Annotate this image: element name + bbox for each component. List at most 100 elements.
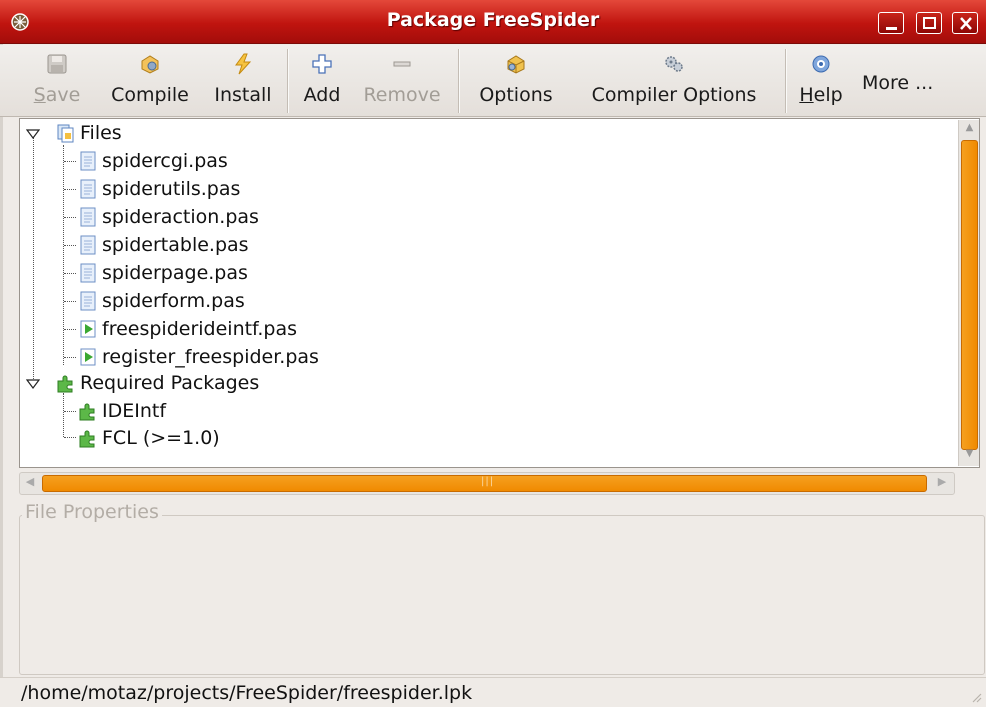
toolbar-separator xyxy=(785,49,786,113)
save-accelerator: S xyxy=(33,84,46,106)
compile-button[interactable]: Compile xyxy=(95,45,205,113)
save-label: ave xyxy=(45,84,81,106)
scroll-down-arrow-icon[interactable]: ▼ xyxy=(962,448,977,464)
collapse-arrow-icon[interactable] xyxy=(26,377,40,391)
file-properties-legend: File Properties xyxy=(22,501,162,523)
package-path: /home/motaz/projects/FreeSpider/freespid… xyxy=(21,682,473,704)
compile-icon xyxy=(141,55,159,74)
vertical-scrollbar[interactable]: ▲ ▼ xyxy=(958,120,979,466)
scroll-left-arrow-icon[interactable]: ◀ xyxy=(22,475,38,492)
pascal-unit-icon xyxy=(80,235,96,255)
gears-icon xyxy=(665,56,683,72)
toolbar: Save Compile Install Add Remove Options … xyxy=(0,45,986,117)
compile-label: Compile xyxy=(111,84,189,106)
add-button[interactable]: Add xyxy=(293,45,351,113)
file-name: freespiderideintf.pas xyxy=(102,318,298,340)
options-button[interactable]: Options xyxy=(466,45,566,113)
tree-branch xyxy=(64,301,76,302)
pascal-unit-icon xyxy=(80,179,96,199)
remove-button[interactable]: Remove xyxy=(353,45,451,113)
tree-item-file[interactable]: spideraction.pas xyxy=(78,203,259,231)
title-bar[interactable]: Package FreeSpider xyxy=(0,0,986,44)
help-label: elp xyxy=(813,84,843,106)
more-button[interactable]: More ... xyxy=(862,72,933,94)
minimize-button[interactable] xyxy=(878,12,904,34)
toolbar-separator xyxy=(458,49,459,113)
scroll-grip-icon: ||| xyxy=(481,476,495,487)
file-name: spiderform.pas xyxy=(102,290,245,312)
vertical-scroll-thumb[interactable] xyxy=(961,140,978,450)
floppy-disk-icon xyxy=(47,54,67,74)
tree-item-file[interactable]: spiderform.pas xyxy=(78,287,245,315)
help-accelerator: H xyxy=(799,84,814,106)
tree-guide xyxy=(33,137,34,383)
tree-node-files[interactable]: Files xyxy=(56,119,122,147)
maximize-icon xyxy=(923,17,936,29)
file-properties-panel xyxy=(19,515,985,675)
compiler-options-label: Compiler Options xyxy=(591,84,757,106)
lightning-bolt-icon xyxy=(235,53,252,75)
close-button[interactable] xyxy=(952,12,978,34)
help-button[interactable]: Help xyxy=(790,45,852,113)
package-puzzle-icon xyxy=(79,430,95,448)
remove-label: Remove xyxy=(363,84,441,106)
minus-icon xyxy=(393,61,411,67)
tree-node-required-packages[interactable]: Required Packages xyxy=(56,369,259,397)
add-label: Add xyxy=(303,84,341,106)
tree-branch xyxy=(64,357,76,358)
tree-branch xyxy=(64,437,76,438)
tree-item-file[interactable]: spidercgi.pas xyxy=(78,147,228,175)
tree-branch xyxy=(64,273,76,274)
toolbar-separator xyxy=(287,49,288,113)
tree-guide xyxy=(63,145,64,365)
pascal-unit-icon xyxy=(80,291,96,311)
compiler-options-button[interactable]: Compiler Options xyxy=(570,45,778,113)
file-name: spiderutils.pas xyxy=(102,178,241,200)
collapse-arrow-icon[interactable] xyxy=(26,127,40,141)
files-folder-icon xyxy=(57,124,74,143)
install-button[interactable]: Install xyxy=(205,45,281,113)
plus-icon xyxy=(312,54,332,74)
window-left-edge xyxy=(0,44,3,677)
horizontal-scroll-thumb[interactable]: ||| xyxy=(42,475,927,492)
tree-item-file[interactable]: freespiderideintf.pas xyxy=(78,315,297,343)
package-name: FCL (>=1.0) xyxy=(102,427,220,449)
package-tree[interactable]: Files spidercgi.pas spiderutils.pas spid… xyxy=(19,118,980,468)
scroll-right-arrow-icon[interactable]: ▶ xyxy=(934,475,950,492)
package-name: IDEIntf xyxy=(102,400,167,422)
files-label: Files xyxy=(80,122,122,144)
tree-branch xyxy=(64,161,76,162)
maximize-button[interactable] xyxy=(916,12,942,34)
file-name: spidertable.pas xyxy=(102,234,249,256)
file-name: register_freespider.pas xyxy=(102,346,319,368)
save-button[interactable]: Save xyxy=(24,45,90,113)
close-icon xyxy=(960,17,972,30)
tree-item-package[interactable]: FCL (>=1.0) xyxy=(78,424,220,452)
tree-guide xyxy=(63,393,64,437)
register-unit-icon xyxy=(80,348,96,366)
scroll-up-arrow-icon[interactable]: ▲ xyxy=(962,122,977,138)
tree-item-file[interactable]: register_freespider.pas xyxy=(78,343,319,371)
file-name: spidercgi.pas xyxy=(102,150,228,172)
resize-grip-icon[interactable] xyxy=(970,691,982,703)
file-name: spideraction.pas xyxy=(102,206,259,228)
file-name: spiderpage.pas xyxy=(102,262,248,284)
horizontal-scrollbar[interactable]: ◀ ||| ▶ xyxy=(19,472,955,495)
tree-branch xyxy=(64,245,76,246)
status-bar: /home/motaz/projects/FreeSpider/freespid… xyxy=(0,677,986,707)
pascal-unit-icon xyxy=(80,207,96,227)
tree-item-file[interactable]: spiderutils.pas xyxy=(78,175,240,203)
tree-item-file[interactable]: spidertable.pas xyxy=(78,231,249,259)
options-label: Options xyxy=(479,84,553,106)
package-puzzle-icon xyxy=(57,375,73,393)
tree-branch xyxy=(64,217,76,218)
tree-branch xyxy=(64,411,76,412)
pascal-unit-icon xyxy=(80,263,96,283)
tree-item-file[interactable]: spiderpage.pas xyxy=(78,259,248,287)
help-icon xyxy=(812,55,830,73)
window-title: Package FreeSpider xyxy=(386,9,600,31)
tree-item-package[interactable]: IDEIntf xyxy=(78,397,166,425)
pascal-unit-icon xyxy=(80,151,96,171)
minimize-icon xyxy=(886,27,897,30)
tree-branch xyxy=(64,189,76,190)
